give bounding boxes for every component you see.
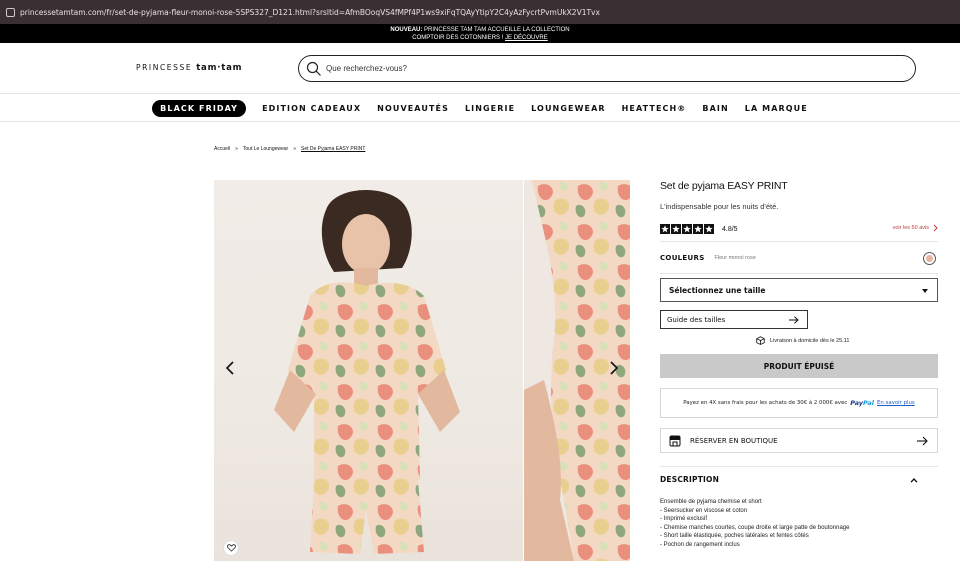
arrow-right-icon — [789, 316, 799, 324]
rating-score: 4.8/5 — [722, 225, 738, 233]
product-panel: Set de pyjama EASY PRINT L'indispensable… — [660, 176, 938, 548]
description-body: Ensemble de pyjama chemise et short - Se… — [660, 498, 938, 550]
model-illustration — [274, 180, 630, 561]
paypal-logo: PayPal — [850, 399, 874, 407]
logo-word: PRINCESSE — [136, 63, 197, 72]
caret-down-icon — [922, 289, 928, 293]
description-line: - Pochon de rangement inclus — [660, 541, 740, 548]
divider — [660, 273, 938, 274]
breadcrumb: Accueil » Tout Le Loungewear » Set De Py… — [214, 146, 370, 152]
description-line: - Chemise manches courtes, coupe droite … — [660, 524, 850, 531]
star-icon — [704, 224, 714, 234]
store-icon — [669, 435, 681, 446]
swatch-fill — [926, 255, 933, 262]
breadcrumb-loungewear[interactable]: Tout Le Loungewear — [243, 146, 288, 152]
site-header: PRINCESSE tam·tam — [0, 43, 960, 94]
color-name: Fleur monoi rose — [714, 255, 756, 261]
size-guide-button[interactable]: Guide des tailles — [660, 310, 808, 329]
breadcrumb-home[interactable]: Accueil — [214, 146, 230, 152]
nav-item-bain[interactable]: BAIN — [702, 104, 728, 113]
size-select-label: Sélectionnez une taille — [669, 285, 766, 295]
rating-stars — [660, 224, 715, 234]
reserve-in-store-button[interactable]: RÉSERVER EN BOUTIQUE — [660, 428, 938, 453]
description-line: Ensemble de pyjama chemise et short — [660, 499, 762, 505]
star-icon — [693, 224, 703, 234]
heart-icon — [226, 544, 236, 552]
arrow-right-icon — [917, 436, 928, 446]
product-subtitle: L'indispensable pour les nuits d'été. — [660, 202, 779, 211]
reviews-link[interactable]: voir les 50 avis — [893, 224, 938, 232]
nav-item-loungewear[interactable]: LOUNGEWEAR — [531, 104, 605, 113]
paypal-installments-banner: Payez en 4X sans frais pour les achats d… — [660, 388, 938, 418]
size-guide-label: Guide des tailles — [667, 315, 726, 324]
product-rating: 4.8/5 voir les 50 avis — [660, 222, 938, 236]
main-navigation: BLACK FRIDAY EDITION CADEAUX NOUVEAUTÉS … — [0, 95, 960, 122]
gallery-prev-arrow-icon[interactable] — [224, 360, 236, 376]
delivery-text: Livraison à domicile dès le 25.11 — [770, 337, 850, 344]
paypal-logo-pay: Pay — [850, 399, 864, 407]
site-info-icon[interactable] — [6, 7, 15, 17]
product-title: Set de pyjama EASY PRINT — [660, 180, 788, 192]
star-icon — [660, 224, 670, 234]
reviews-link-label: voir les 50 avis — [892, 225, 929, 231]
paypal-logo-pal: Pal — [863, 399, 874, 407]
gallery-next-arrow-icon[interactable] — [608, 360, 620, 376]
star-icon — [682, 224, 692, 234]
paypal-learn-more-link[interactable]: En savoir plus — [877, 400, 915, 406]
announcement-bar: NOUVEAU: PRINCESSE TAM TAM ACCUEILLE LA … — [0, 24, 960, 43]
search-icon[interactable] — [306, 61, 322, 77]
nav-item-lingerie[interactable]: LINGERIE — [465, 104, 515, 113]
description-line: - Seersucker en viscose et coton — [660, 507, 748, 514]
announcement-line-2: COMPTOIR DES COTONNIERS ! JE DÉCOUVRE — [0, 34, 960, 42]
search-input[interactable] — [326, 64, 886, 73]
chevron-right-icon — [933, 224, 938, 232]
color-selector: COULEURS Fleur monoi rose — [660, 248, 938, 268]
breadcrumb-separator: » — [235, 146, 238, 152]
announcement-link[interactable]: JE DÉCOUVRE — [505, 35, 548, 41]
brand-logo[interactable]: PRINCESSE tam·tam — [136, 63, 242, 73]
chevron-up-icon — [910, 478, 918, 483]
package-icon — [756, 336, 765, 345]
sold-out-button[interactable]: PRODUIT ÉPUISÉ — [660, 354, 938, 378]
logo-brand: tam·tam — [196, 63, 243, 73]
colors-label: COULEURS — [660, 254, 705, 262]
announcement-text: PRINCESSE TAM TAM ACCUEILLE LA COLLECTIO… — [422, 27, 570, 33]
browser-address-bar[interactable]: princessetamtam.com/fr/set-de-pyjama-fle… — [0, 0, 960, 24]
reserve-in-store-label: RÉSERVER EN BOUTIQUE — [690, 436, 778, 445]
delivery-info: Livraison à domicile dès le 25.11 — [756, 336, 849, 345]
breadcrumb-current[interactable]: Set De Pyjama EASY PRINT — [301, 146, 365, 152]
description-line: - Imprimé exclusif — [660, 516, 708, 523]
announcement-new-label: NOUVEAU: — [390, 27, 423, 33]
announcement-text-2: COMPTOIR DES COTONNIERS ! — [412, 35, 506, 41]
nav-item-black-friday[interactable]: BLACK FRIDAY — [152, 99, 247, 117]
description-line: - Short taille élastiquée, poches latéra… — [660, 533, 809, 540]
nav-item-la-marque[interactable]: LA MARQUE — [745, 104, 808, 113]
color-swatch-fleur-monoi-rose[interactable] — [923, 252, 936, 265]
nav-item-nouveautes[interactable]: NOUVEAUTÉS — [377, 104, 449, 113]
size-select[interactable]: Sélectionnez une taille — [660, 278, 938, 302]
nav-item-heattech[interactable]: HEATTECH® — [622, 104, 687, 113]
wishlist-button[interactable] — [223, 540, 239, 556]
product-gallery[interactable] — [214, 180, 630, 561]
breadcrumb-separator: » — [293, 146, 296, 152]
description-accordion-header[interactable]: DESCRIPTION — [660, 466, 938, 492]
star-icon — [671, 224, 681, 234]
url-text[interactable]: princessetamtam.com/fr/set-de-pyjama-fle… — [20, 8, 600, 17]
search-bar[interactable] — [298, 55, 916, 82]
description-label: DESCRIPTION — [660, 475, 720, 484]
announcement-line-1: NOUVEAU: PRINCESSE TAM TAM ACCUEILLE LA … — [0, 26, 960, 34]
paypal-text: Payez en 4X sans frais pour les achats d… — [683, 400, 848, 406]
divider — [660, 241, 938, 242]
nav-item-edition-cadeaux[interactable]: EDITION CADEAUX — [262, 104, 361, 113]
